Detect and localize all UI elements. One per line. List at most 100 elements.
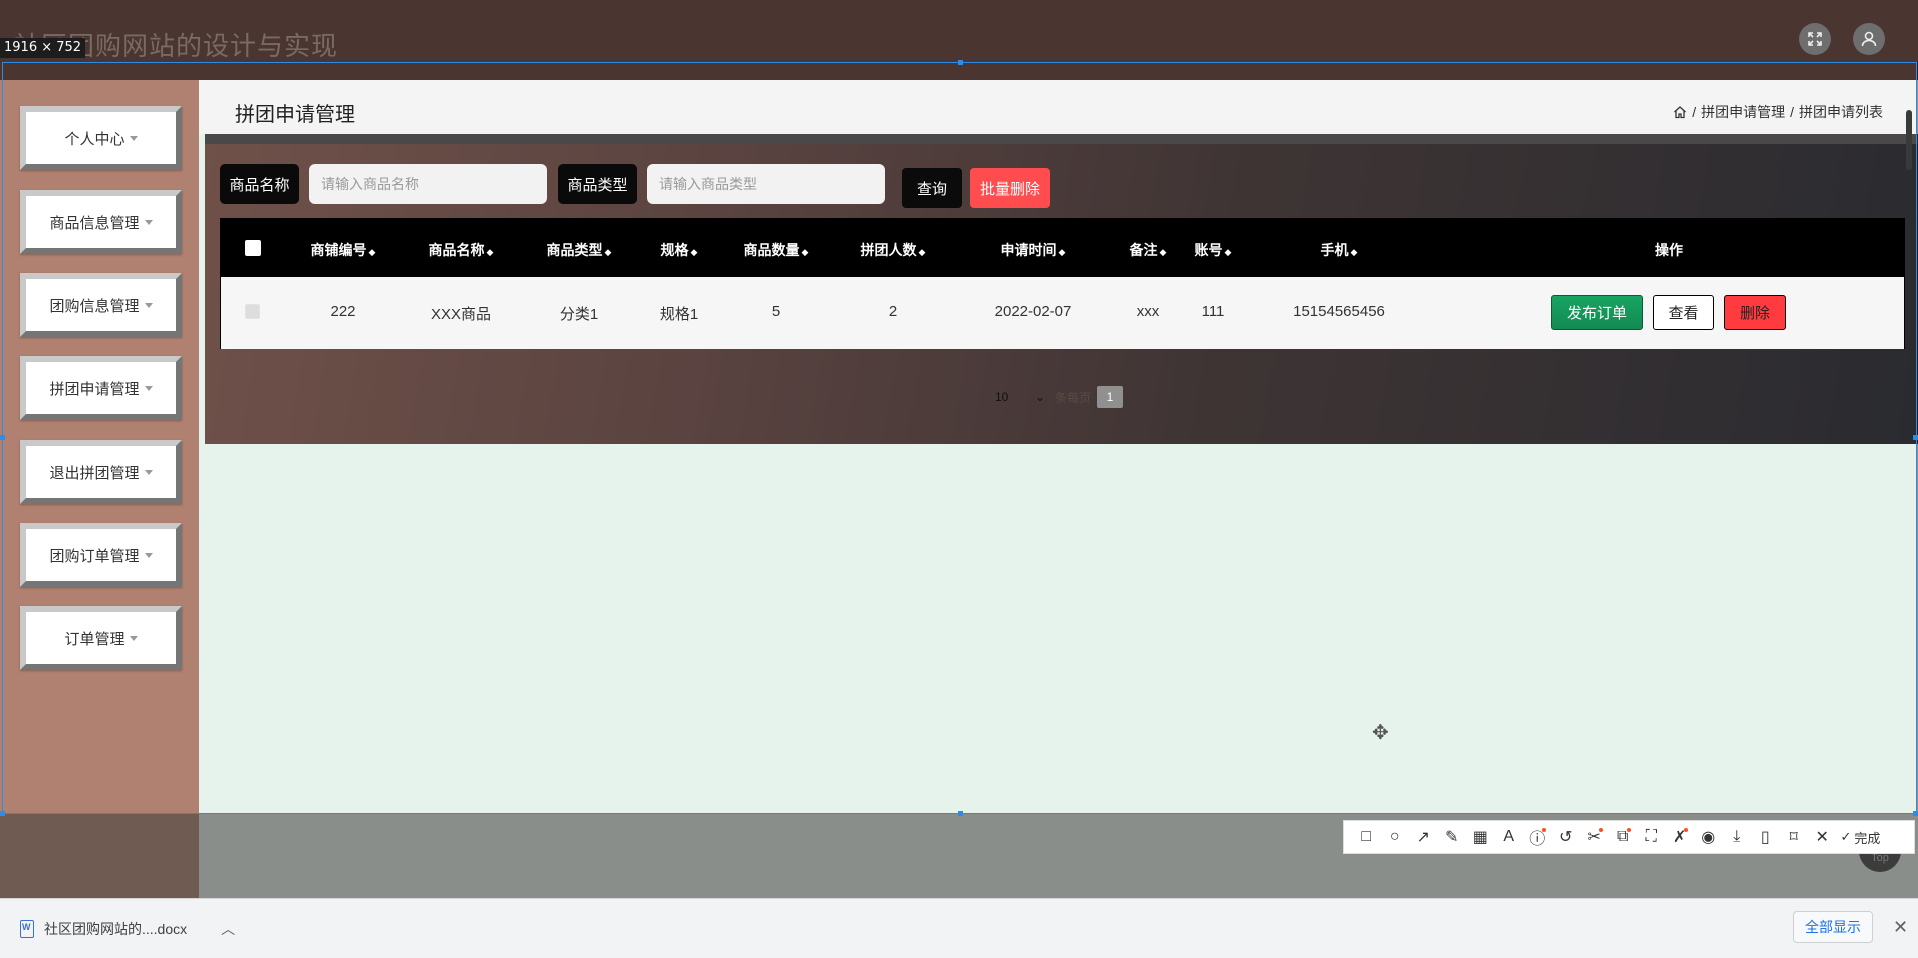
vertical-scrollbar[interactable] [1906, 110, 1912, 170]
application-table: 商铺编号 ◆ 商品名称 ◆ 商品类型 ◆ 规格 ◆ 商品数量 ◆ 拼团人数 ◆ 申请时间 ◆ … [220, 218, 1905, 349]
product-type-input[interactable] [647, 164, 885, 204]
pin-icon[interactable]: ✗ [1666, 823, 1695, 851]
batch-delete-button[interactable]: 批量删除 [970, 168, 1050, 208]
cell-remark: xxx [1136, 303, 1160, 320]
translate-icon[interactable]: ⧉ [1609, 823, 1638, 851]
selection-handle[interactable] [0, 811, 5, 816]
selection-handle[interactable] [0, 435, 5, 440]
column-header-remark[interactable]: 备注 ◆ [1130, 240, 1167, 260]
column-header-group-size[interactable]: 拼团人数 ◆ [861, 240, 926, 260]
row-checkbox[interactable] [245, 304, 260, 319]
sidebar-item-label: 拼团申请管理 [49, 380, 140, 398]
ocr-icon[interactable]: ⛶ [1637, 823, 1666, 851]
table-header: 商铺编号 ◆ 商品名称 ◆ 商品类型 ◆ 规格 ◆ 商品数量 ◆ 拼团人数 ◆ 申请时间 ◆ … [221, 219, 1904, 277]
sort-icon: ◆ [1224, 247, 1232, 257]
home-icon[interactable] [1673, 105, 1687, 119]
sort-icon: ◆ [690, 247, 698, 257]
arrow-icon[interactable]: ↗ [1409, 823, 1438, 851]
pagination: 10 ⌄ 条每页 1 [991, 386, 1124, 408]
sidebar-item-orders[interactable]: 订单管理 [20, 606, 182, 670]
sidebar-item-group-application[interactable]: 拼团申请管理 [20, 356, 182, 420]
query-button[interactable]: 查询 [902, 168, 962, 208]
column-header-shop-id[interactable]: 商铺编号 ◆ [311, 240, 376, 260]
pagination-page-1[interactable]: 1 [1097, 386, 1124, 408]
selection-handle[interactable] [958, 811, 963, 816]
selection-handle[interactable] [1913, 811, 1918, 816]
caret-down-icon [144, 469, 153, 475]
column-header-product-name[interactable]: 商品名称 ◆ [429, 240, 494, 260]
sidebar-item-group-buy-info[interactable]: 团购信息管理 [20, 273, 182, 337]
check-icon: ✓ [1840, 829, 1852, 844]
selection-handle[interactable] [1913, 435, 1918, 440]
column-header-actions: 操作 [1655, 242, 1683, 258]
page-size-text: 条每页 [1055, 390, 1092, 405]
product-name-input[interactable] [309, 164, 547, 204]
product-name-label: 商品名称 [220, 164, 299, 204]
column-header-apply-time[interactable]: 申请时间 ◆ [1001, 240, 1066, 260]
column-header-account[interactable]: 账号 ◆ [1195, 240, 1232, 260]
chevron-down-icon: ⌄ [1034, 390, 1045, 404]
delete-button[interactable]: 删除 [1724, 295, 1786, 330]
cell-product-name: XXX商品 [430, 306, 492, 323]
cell-group-size: 2 [888, 303, 898, 320]
breadcrumb-separator: / [1692, 104, 1697, 120]
product-type-label: 商品类型 [558, 164, 637, 204]
sort-icon: ◆ [801, 247, 809, 257]
column-header-quantity[interactable]: 商品数量 ◆ [744, 240, 809, 260]
close-icon[interactable]: ✕ [1808, 823, 1837, 851]
download-icon[interactable]: ⤓ [1723, 823, 1752, 851]
sidebar-item-label: 个人中心 [64, 130, 125, 148]
undo-icon[interactable]: ↺ [1552, 823, 1581, 851]
page-header: 拼团申请管理 / 拼团申请管理 / 拼团申请列表 [199, 80, 1918, 134]
download-item[interactable]: 社区团购网站的....docx ︿ [20, 919, 235, 939]
selection-size-label: 1916 × 752 [0, 38, 86, 58]
download-file-name: 社区团购网站的....docx [44, 921, 188, 937]
sort-icon: ◆ [368, 247, 376, 257]
page-size-select[interactable]: 10 ⌄ [991, 386, 1049, 408]
pen-icon[interactable]: ✎ [1438, 823, 1467, 851]
show-all-button[interactable]: 全部显示 [1793, 911, 1873, 943]
phone-icon[interactable]: ▯ [1751, 823, 1780, 851]
top-bar: 社区团购网站的设计与实现 [0, 0, 1918, 80]
circle-icon[interactable]: ○ [1381, 823, 1410, 851]
rectangle-icon[interactable]: □ [1352, 823, 1381, 851]
view-button[interactable]: 查看 [1653, 295, 1714, 330]
move-cursor-icon: ✥ [1372, 722, 1389, 744]
sort-icon: ◆ [1159, 247, 1167, 257]
column-header-phone[interactable]: 手机 ◆ [1321, 240, 1358, 260]
sidebar-item-profile[interactable]: 个人中心 [20, 106, 182, 170]
record-icon[interactable]: ◉ [1694, 823, 1723, 851]
publish-order-button[interactable]: 发布订单 [1551, 295, 1643, 330]
scissors-icon[interactable]: ✂ [1580, 823, 1609, 851]
cell-shop-id: 222 [330, 303, 356, 320]
column-header-spec[interactable]: 规格 ◆ [661, 240, 698, 260]
cell-product-type: 分类1 [559, 306, 599, 323]
sidebar-item-label: 团购信息管理 [49, 297, 140, 315]
select-all-checkbox[interactable] [245, 240, 261, 256]
text-icon[interactable]: A [1495, 823, 1524, 851]
sidebar-item-group-orders[interactable]: 团购订单管理 [20, 523, 182, 587]
page-title: 拼团申请管理 [235, 104, 355, 126]
sort-icon: ◆ [486, 247, 494, 257]
breadcrumb: / 拼团申请管理 / 拼团申请列表 [1673, 102, 1883, 122]
mosaic-icon[interactable]: ▦ [1466, 823, 1495, 851]
sort-icon: ◆ [1058, 247, 1066, 257]
fullscreen-icon[interactable] [1799, 23, 1831, 55]
caret-down-icon [144, 219, 153, 225]
column-header-product-type[interactable]: 商品类型 ◆ [547, 240, 612, 260]
table-row: 222 XXX商品 分类1 规格1 5 2 2022-02-07 xxx 111… [221, 277, 1904, 349]
download-bar: 社区团购网站的....docx ︿ 全部显示 ✕ [0, 898, 1918, 958]
sidebar-item-quit-group[interactable]: 退出拼团管理 [20, 440, 182, 504]
sort-icon: ◆ [1350, 247, 1358, 257]
chevron-up-icon[interactable]: ︿ [221, 919, 235, 939]
close-icon[interactable]: ✕ [1893, 917, 1908, 938]
breadcrumb-level1[interactable]: 拼团申请管理 [1701, 102, 1785, 122]
number-marker-icon[interactable]: ⓘ [1523, 823, 1552, 851]
sidebar-item-label: 商品信息管理 [49, 214, 140, 232]
selection-handle[interactable] [958, 60, 963, 65]
done-button[interactable]: ✓ 完成 [1841, 828, 1881, 847]
bookmark-icon[interactable]: ⌑ [1780, 823, 1809, 851]
breadcrumb-level2: 拼团申请列表 [1799, 104, 1883, 120]
user-icon[interactable] [1853, 23, 1885, 55]
sidebar-item-product-info[interactable]: 商品信息管理 [20, 190, 182, 254]
